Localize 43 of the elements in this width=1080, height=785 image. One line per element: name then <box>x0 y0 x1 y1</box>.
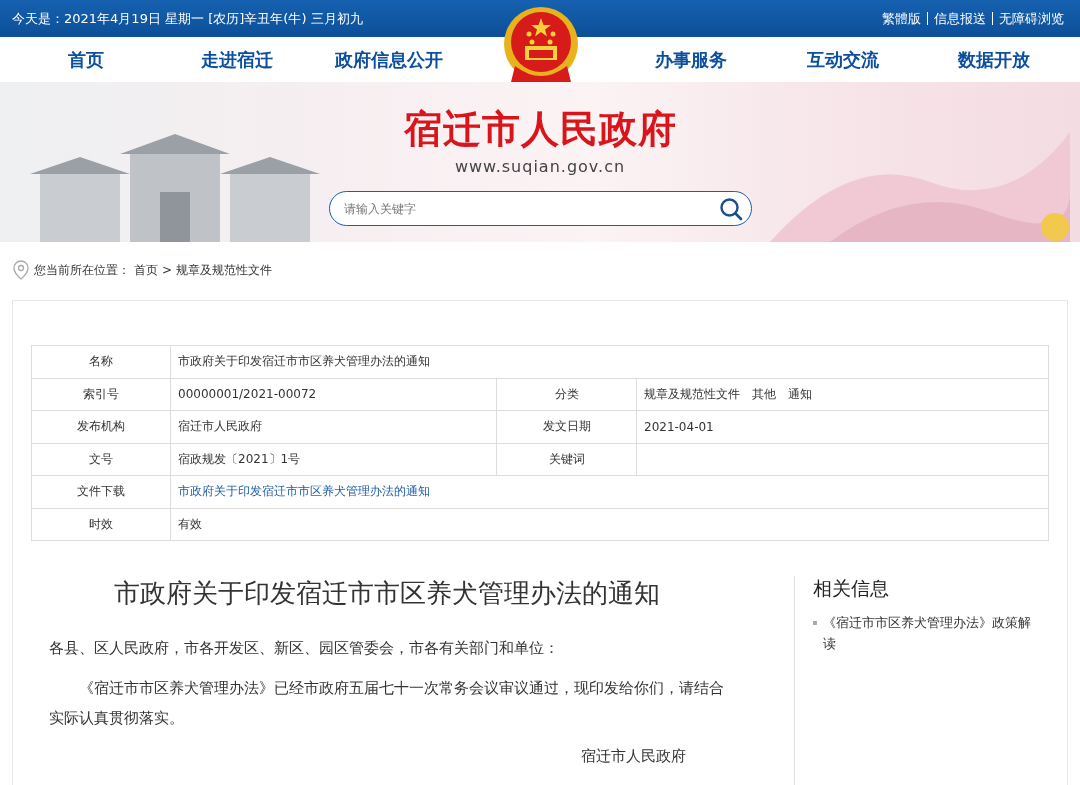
date-text: 今天是：2021年4月19日 星期一 [农历]辛丑年(牛) 三月初九 <box>12 9 363 28</box>
search-field[interactable]: 请输入关键字 <box>328 191 752 226</box>
table-header-cell: 索引号 <box>31 378 171 411</box>
breadcrumb-label: 您当前所在位置： <box>34 261 130 279</box>
breadcrumb-link[interactable]: 首页 <box>134 261 158 279</box>
top-link[interactable]: 无障碍浏览 <box>992 12 1070 25</box>
cell-value: 00000001/2021-00072 <box>178 387 317 402</box>
sidebar-title: 相关信息 <box>813 576 890 601</box>
table-header-cell: 文件下载 <box>31 475 171 508</box>
breadcrumb-link[interactable]: 规章及规范性文件 <box>176 261 273 279</box>
related-link[interactable]: 《宿迁市市区养犬管理办法》政策解读 <box>823 612 1039 654</box>
signature: 宿迁市人民政府 <box>580 747 686 766</box>
table-header-cell: 时效 <box>31 508 171 541</box>
table-header-cell: 发文日期 <box>496 410 637 443</box>
bullet-icon <box>813 621 817 625</box>
nav-item[interactable]: 办事服务 <box>655 47 728 72</box>
cell-value: 规章及规范性文件 其他 通知 <box>644 386 812 401</box>
table-header-cell: 名称 <box>31 345 171 378</box>
search-icon[interactable] <box>718 197 743 221</box>
site-url: www.suqian.gov.cn <box>454 157 626 176</box>
location-pin-icon <box>12 260 30 280</box>
cell-value: 市政府关于印发宿迁市市区养犬管理办法的通知 <box>178 354 430 369</box>
nav-item[interactable]: 走进宿迁 <box>201 47 274 72</box>
cell-value: 宿迁市人民政府 <box>178 419 262 434</box>
article-paragraph: 《宿迁市市区养犬管理办法》已经市政府五届七十一次常务会议审议通过，现印发给你们，请结合实际认真贯彻落实。 <box>49 678 724 729</box>
top-link[interactable]: 信息报送 <box>927 12 992 25</box>
breadcrumb-separator: > <box>162 263 173 277</box>
site-title: 宿迁市人民政府 <box>403 106 677 153</box>
salutation: 各县、区人民政府，市各开发区、新区、园区管委会，市各有关部门和单位： <box>49 638 560 659</box>
article-title: 市政府关于印发宿迁市市区养犬管理办法的通知 <box>112 577 661 610</box>
table-header-cell: 发布机构 <box>31 410 171 443</box>
nav-item[interactable]: 政府信息公开 <box>334 47 443 72</box>
cell-value: 有效 <box>178 516 202 531</box>
table-header-cell: 关键词 <box>496 443 637 476</box>
nav-item[interactable]: 互动交流 <box>806 47 879 72</box>
table-header-cell: 文号 <box>31 443 171 476</box>
top-link[interactable]: 繁體版 <box>876 12 927 25</box>
nav-item[interactable]: 首页 <box>67 47 104 72</box>
cell-value: 宿政规发〔2021〕1号 <box>178 451 301 466</box>
cell-value: 2021-04-01 <box>644 419 714 434</box>
download-link[interactable]: 市政府关于印发宿迁市市区养犬管理办法的通知 <box>178 484 430 499</box>
table-header-cell: 分类 <box>496 378 637 411</box>
nav-item[interactable]: 数据开放 <box>958 47 1031 72</box>
